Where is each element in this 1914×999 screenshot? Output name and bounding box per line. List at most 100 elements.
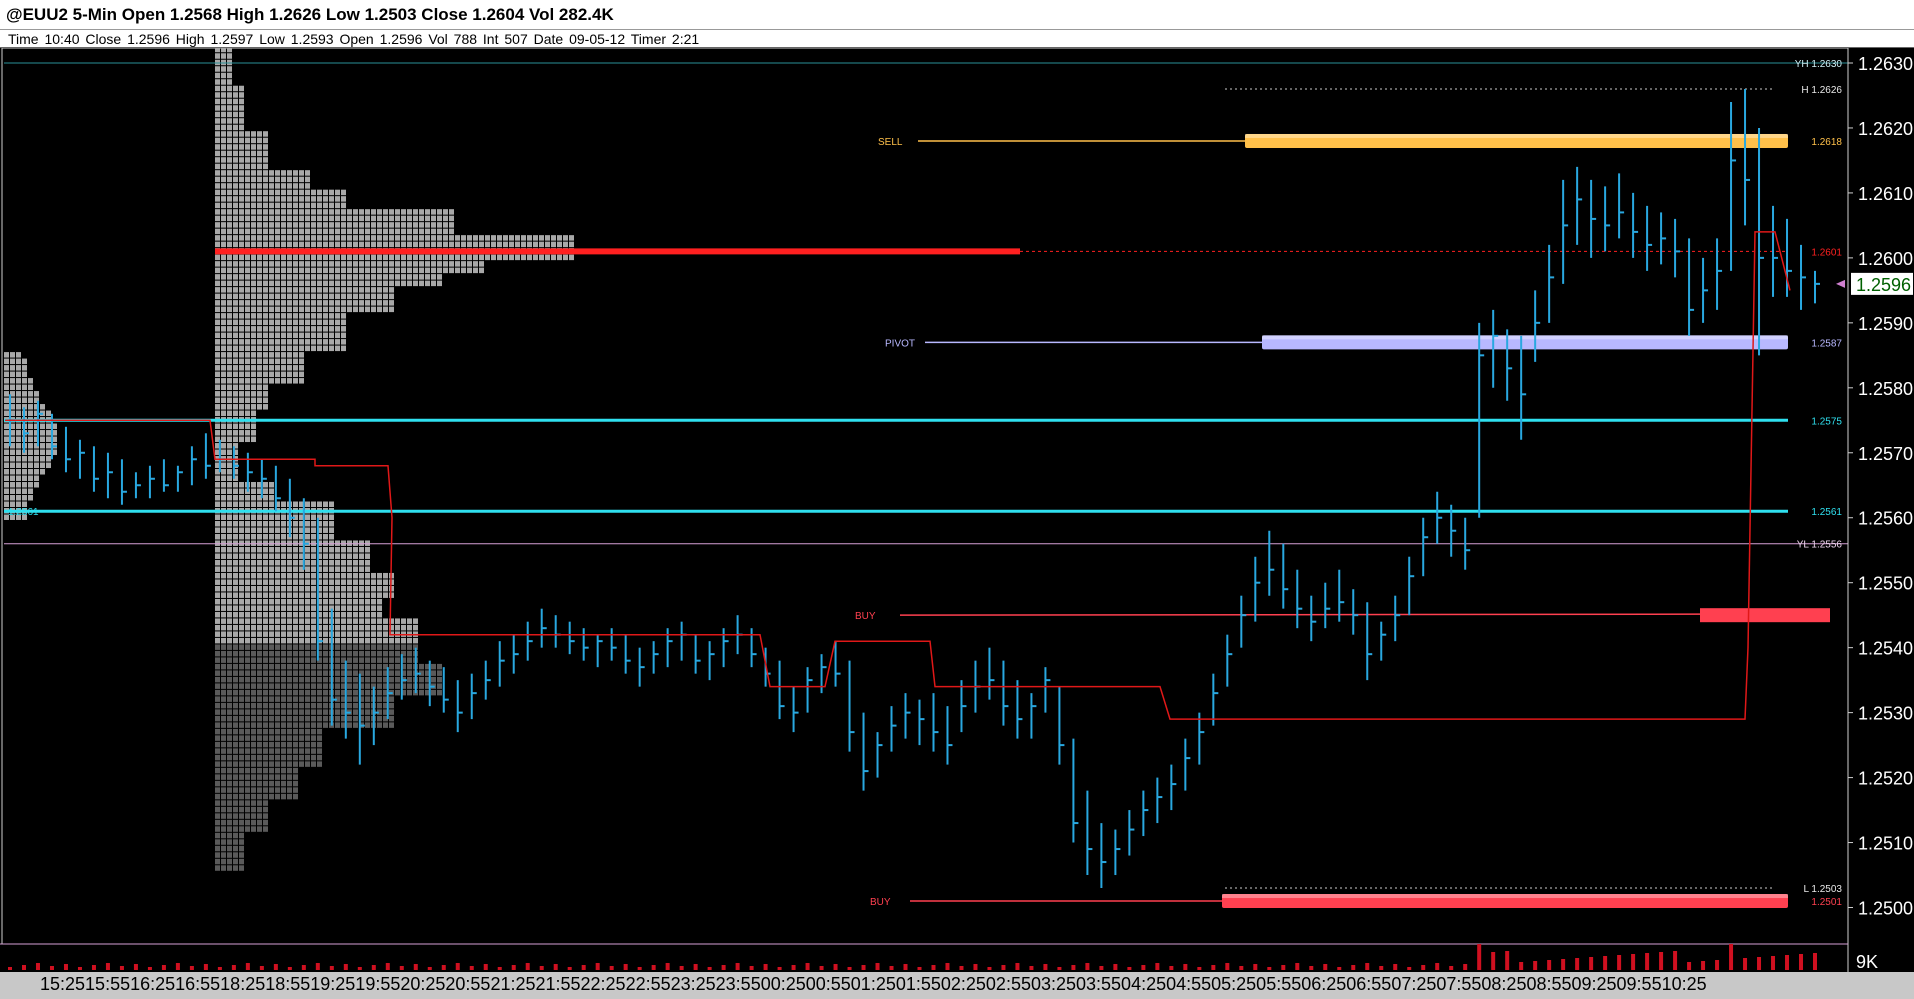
profile-cell-light — [401, 209, 406, 215]
profile-cell-light — [281, 579, 286, 585]
profile-cell-light — [281, 235, 286, 241]
profile-cell-light — [437, 267, 442, 274]
profile-cell-light — [227, 261, 232, 267]
profile-cell-dark — [233, 826, 238, 832]
profile-cell-light — [371, 579, 376, 585]
profile-cell-dark — [215, 774, 220, 780]
profile-cell-light — [395, 618, 400, 624]
profile-cell-light — [287, 624, 292, 631]
profile-cell-dark — [215, 741, 220, 748]
volume-bar — [1141, 965, 1146, 970]
profile-cell-light — [227, 559, 232, 566]
profile-cell-light — [263, 131, 268, 137]
profile-cell-light — [257, 345, 262, 352]
profile-cell-light — [239, 319, 244, 326]
profile-cell-dark — [293, 663, 298, 670]
profile-cell-light — [299, 235, 304, 241]
profile-cell-light — [371, 254, 376, 261]
profile-cell-dark — [221, 858, 226, 865]
profile-cell-light — [341, 546, 346, 553]
profile-cell-dark — [251, 813, 256, 819]
profile-cell-light — [551, 241, 556, 248]
profile-cell-light — [329, 579, 334, 585]
profile-cell-light — [245, 527, 250, 533]
profile-cell-light — [233, 430, 238, 436]
profile-cell-light — [251, 579, 256, 585]
profile-cell-light — [335, 605, 340, 611]
profile-cell-light — [281, 267, 286, 274]
profile-cell-dark — [305, 709, 310, 715]
volume-bar — [413, 964, 418, 970]
profile-cell-light — [221, 579, 226, 585]
chart-canvas[interactable]: YH 1.2630H 1.2626SELL 1.26181.2601PIVOT 1.… — [0, 48, 1914, 999]
volume-bar — [1589, 957, 1594, 970]
profile-cell-light — [371, 306, 376, 313]
left-cyan-label: 1.2561 — [8, 507, 39, 518]
profile-cell-light — [257, 189, 262, 196]
profile-cell-light — [215, 482, 220, 488]
profile-cell-dark — [215, 754, 220, 761]
profile-cell-dark — [233, 832, 238, 839]
profile-cell-left — [22, 391, 27, 397]
profile-cell-left — [10, 378, 15, 384]
profile-cell-light — [221, 59, 226, 66]
profile-cell-left — [4, 371, 9, 378]
profile-cell-dark — [293, 715, 298, 722]
profile-cell-light — [293, 274, 298, 280]
profile-cell-light — [275, 546, 280, 553]
price-chart[interactable]: YH 1.2630 H 1.2626 SELL 1.2618 1.2601 PIVOT 1.… — [0, 48, 1914, 999]
profile-cell-dark — [221, 715, 226, 722]
profile-cell-dark — [215, 793, 220, 800]
profile-cell-light — [257, 618, 262, 624]
profile-cell-light — [251, 137, 256, 144]
profile-cell-light — [239, 111, 244, 118]
volume-bar — [371, 965, 376, 970]
profile-cell-left — [46, 436, 51, 443]
profile-cell-light — [389, 261, 394, 267]
volume-bar — [1393, 964, 1398, 970]
profile-cell-light — [323, 202, 328, 209]
profile-cell-light — [245, 131, 250, 137]
profile-cell-dark — [227, 715, 232, 722]
profile-cell-dark — [293, 650, 298, 657]
price-axis-label: 1.2570 — [1858, 444, 1913, 464]
profile-cell-light — [257, 241, 262, 248]
profile-cell-light — [221, 92, 226, 98]
profile-cell-light — [413, 280, 418, 287]
profile-cell-light — [293, 254, 298, 261]
profile-cell-left — [22, 378, 27, 384]
profile-cell-light — [371, 222, 376, 228]
profile-cell-dark — [311, 676, 316, 683]
profile-cell-light — [299, 332, 304, 339]
profile-cell-dark — [287, 657, 292, 663]
profile-cell-dark — [281, 689, 286, 696]
profile-cell-dark — [269, 663, 274, 670]
profile-cell-light — [269, 495, 274, 501]
profile-cell-light — [215, 410, 220, 417]
profile-cell-dark — [323, 709, 328, 715]
profile-cell-light — [299, 592, 304, 598]
profile-cell-dark — [227, 852, 232, 858]
profile-cell-left — [16, 436, 21, 443]
profile-cell-light — [233, 436, 238, 443]
profile-cell-light — [299, 267, 304, 274]
profile-cell-light — [287, 371, 292, 378]
profile-cell-light — [407, 254, 412, 261]
profile-cell-light — [323, 501, 328, 507]
profile-cell-light — [233, 300, 238, 306]
profile-cell-dark — [269, 787, 274, 793]
symbol-title: @EUU2 5-Min Open 1.2568 High 1.2626 Low … — [6, 5, 614, 24]
profile-cell-light — [215, 92, 220, 98]
profile-cell-dark — [227, 800, 232, 806]
profile-cell-light — [257, 176, 262, 183]
profile-cell-left — [4, 391, 9, 397]
profile-cell-light — [329, 313, 334, 319]
profile-cell-dark — [407, 663, 412, 670]
profile-cell-dark — [227, 865, 232, 871]
profile-cell-light — [401, 228, 406, 235]
profile-cell-light — [221, 514, 226, 520]
profile-cell-dark — [227, 839, 232, 845]
profile-cell-light — [425, 209, 430, 215]
profile-cell-dark — [221, 819, 226, 826]
volume-bar — [525, 963, 530, 970]
